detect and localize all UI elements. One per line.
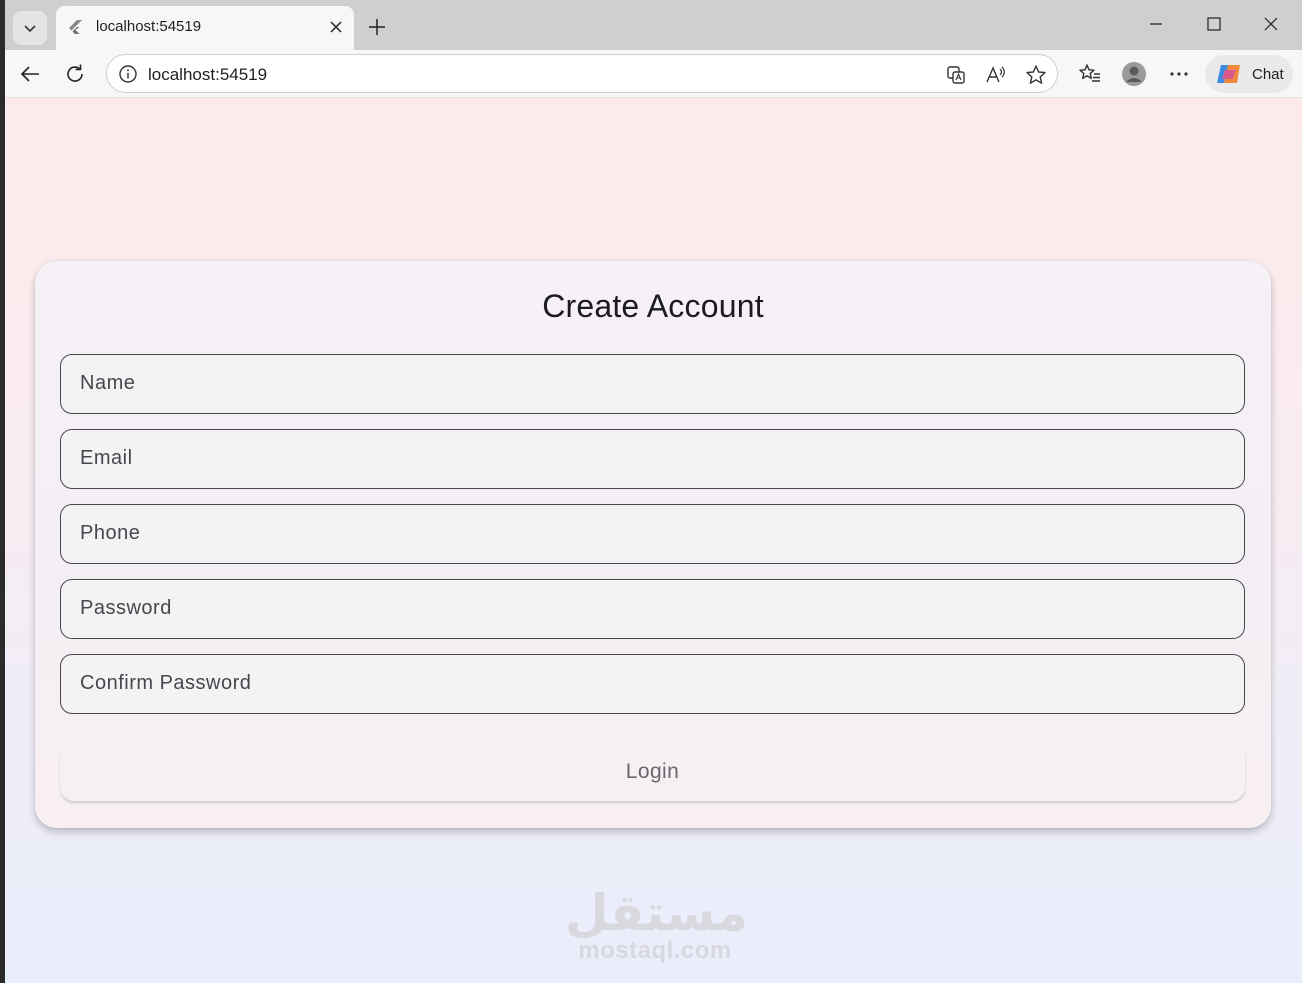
- maximize-button[interactable]: [1198, 8, 1230, 40]
- flutter-favicon-icon: [69, 20, 82, 34]
- favorites-list-icon: [1079, 64, 1100, 82]
- reload-icon: [67, 64, 83, 82]
- signup-card: Create Account Name Email Phone Password…: [35, 261, 1271, 828]
- watermark: مستقل mostaql.com: [565, 884, 748, 964]
- browser-tab[interactable]: localhost:54519: [56, 6, 354, 50]
- more-options-button[interactable]: [1163, 58, 1195, 90]
- translate-button[interactable]: [943, 62, 969, 88]
- tab-title: localhost:54519: [96, 18, 202, 35]
- tab-list-button[interactable]: [13, 11, 47, 45]
- profile-button[interactable]: [1118, 58, 1150, 90]
- confirm-password-field-label: Confirm Password: [80, 672, 252, 694]
- back-button[interactable]: [14, 58, 46, 90]
- new-tab-button[interactable]: [363, 13, 391, 41]
- avatar-icon: [1122, 62, 1146, 86]
- reload-button[interactable]: [59, 58, 91, 90]
- tab-close-button[interactable]: [326, 17, 346, 37]
- watermark-arabic: مستقل: [565, 884, 748, 942]
- login-button[interactable]: Login: [60, 743, 1245, 801]
- phone-field[interactable]: Phone: [60, 504, 1245, 564]
- translate-icon: [947, 66, 965, 84]
- tab-bar: localhost:54519: [5, 0, 1302, 50]
- login-button-label: Login: [625, 760, 680, 783]
- info-icon[interactable]: [118, 64, 138, 84]
- copilot-icon: [1217, 65, 1240, 83]
- password-field-label: Password: [80, 597, 172, 619]
- back-arrow-icon: [20, 66, 39, 82]
- star-icon: [1026, 65, 1046, 84]
- favorites-button[interactable]: [1074, 58, 1106, 90]
- minimize-button[interactable]: [1140, 8, 1172, 40]
- close-icon: [330, 21, 342, 33]
- browser-toolbar: localhost:54519 Chat: [5, 50, 1302, 98]
- name-field-label: Name: [80, 372, 136, 394]
- phone-field-label: Phone: [80, 522, 141, 544]
- favorite-button[interactable]: [1023, 62, 1049, 88]
- close-icon: [1264, 17, 1278, 31]
- name-field[interactable]: Name: [60, 354, 1245, 414]
- close-window-button[interactable]: [1255, 8, 1287, 40]
- copilot-chat-button[interactable]: Chat: [1205, 55, 1293, 93]
- read-aloud-button[interactable]: [983, 62, 1009, 88]
- read-aloud-icon: [986, 66, 1005, 83]
- address-bar[interactable]: localhost:54519: [106, 54, 1058, 93]
- maximize-icon: [1207, 17, 1221, 31]
- url-text[interactable]: localhost:54519: [148, 65, 267, 85]
- minimize-icon: [1150, 23, 1162, 25]
- chat-label: Chat: [1252, 65, 1284, 83]
- password-field[interactable]: Password: [60, 579, 1245, 639]
- more-icon: [1170, 72, 1188, 76]
- chevron-down-icon: [24, 25, 36, 33]
- email-field-label: Email: [80, 447, 133, 469]
- confirm-password-field[interactable]: Confirm Password: [60, 654, 1245, 714]
- watermark-latin: mostaql.com: [578, 937, 732, 964]
- page-content: Create Account Name Email Phone Password…: [5, 98, 1302, 983]
- plus-icon: [369, 19, 385, 35]
- email-field[interactable]: Email: [60, 429, 1245, 489]
- page-title: Create Account: [542, 288, 764, 324]
